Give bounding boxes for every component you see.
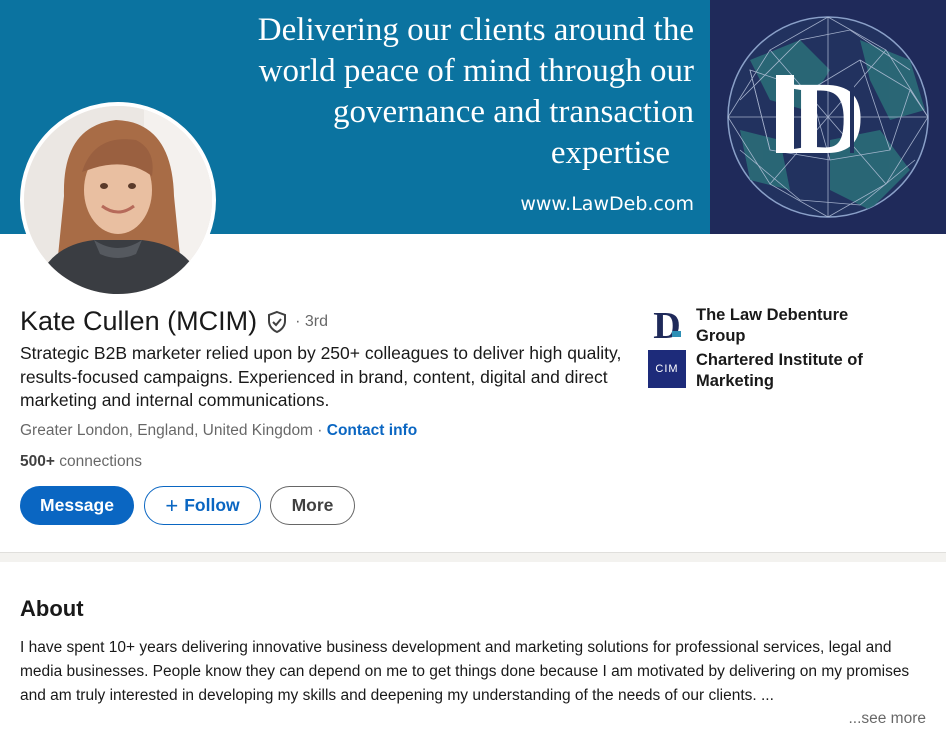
separator: · xyxy=(312,422,327,439)
law-debenture-logo: D xyxy=(648,305,686,343)
location-row: Greater London, England, United Kingdom … xyxy=(20,422,417,440)
connections-count: 500+ xyxy=(20,453,55,470)
banner-tagline-line: world peace of mind through our xyxy=(258,53,694,89)
company-cim[interactable]: CIM Chartered Institute of Marketing xyxy=(648,350,896,392)
follow-button[interactable]: + Follow xyxy=(144,486,261,525)
company-name: The Law Debenture Group xyxy=(696,306,849,345)
avatar xyxy=(24,106,212,294)
plus-icon: + xyxy=(165,492,179,518)
connections-label: connections xyxy=(54,453,142,470)
profile-name: Kate Cullen (MCIM) xyxy=(20,306,258,336)
svg-text:D: D xyxy=(653,305,680,343)
shield-check-icon[interactable] xyxy=(265,310,289,334)
banner-tagline-line: expertise xyxy=(550,135,670,171)
svg-text:D: D xyxy=(790,61,865,176)
connections-link[interactable]: 500+ connections xyxy=(20,453,142,471)
profile-location: Greater London, England, United Kingdom xyxy=(20,422,313,439)
company-law-debenture[interactable]: D The Law Debenture Group xyxy=(648,305,896,347)
banner-logo-panel: D xyxy=(710,0,946,234)
about-title: About xyxy=(20,596,84,621)
banner-tagline: Delivering our clients around the world … xyxy=(134,10,694,174)
more-button[interactable]: More xyxy=(270,486,355,525)
follow-label: Follow xyxy=(184,495,240,515)
connection-degree: · 3rd xyxy=(295,312,328,330)
profile-card: Delivering our clients around the world … xyxy=(0,0,946,552)
message-button[interactable]: Message xyxy=(20,486,134,525)
profile-name-row: Kate Cullen (MCIM) · 3rd xyxy=(20,306,328,337)
banner-tagline-line: Delivering our clients around the xyxy=(257,12,694,48)
contact-info-link[interactable]: Contact info xyxy=(327,422,417,439)
profile-headline: Strategic B2B marketer relied upon by 25… xyxy=(20,343,622,410)
banner-url: www.LawDeb.com xyxy=(520,193,694,215)
banner-tagline-line: governance and transaction xyxy=(332,94,694,130)
see-more-link[interactable]: ...see more xyxy=(848,710,926,728)
company-name: Chartered Institute of Marketing xyxy=(696,351,863,390)
profile-photo[interactable] xyxy=(20,102,216,298)
cim-logo: CIM xyxy=(648,350,686,388)
about-section: About I have spent 10+ years delivering … xyxy=(0,562,946,750)
law-debenture-globe-logo: D xyxy=(727,16,929,218)
about-text: I have spent 10+ years delivering innova… xyxy=(20,639,910,704)
